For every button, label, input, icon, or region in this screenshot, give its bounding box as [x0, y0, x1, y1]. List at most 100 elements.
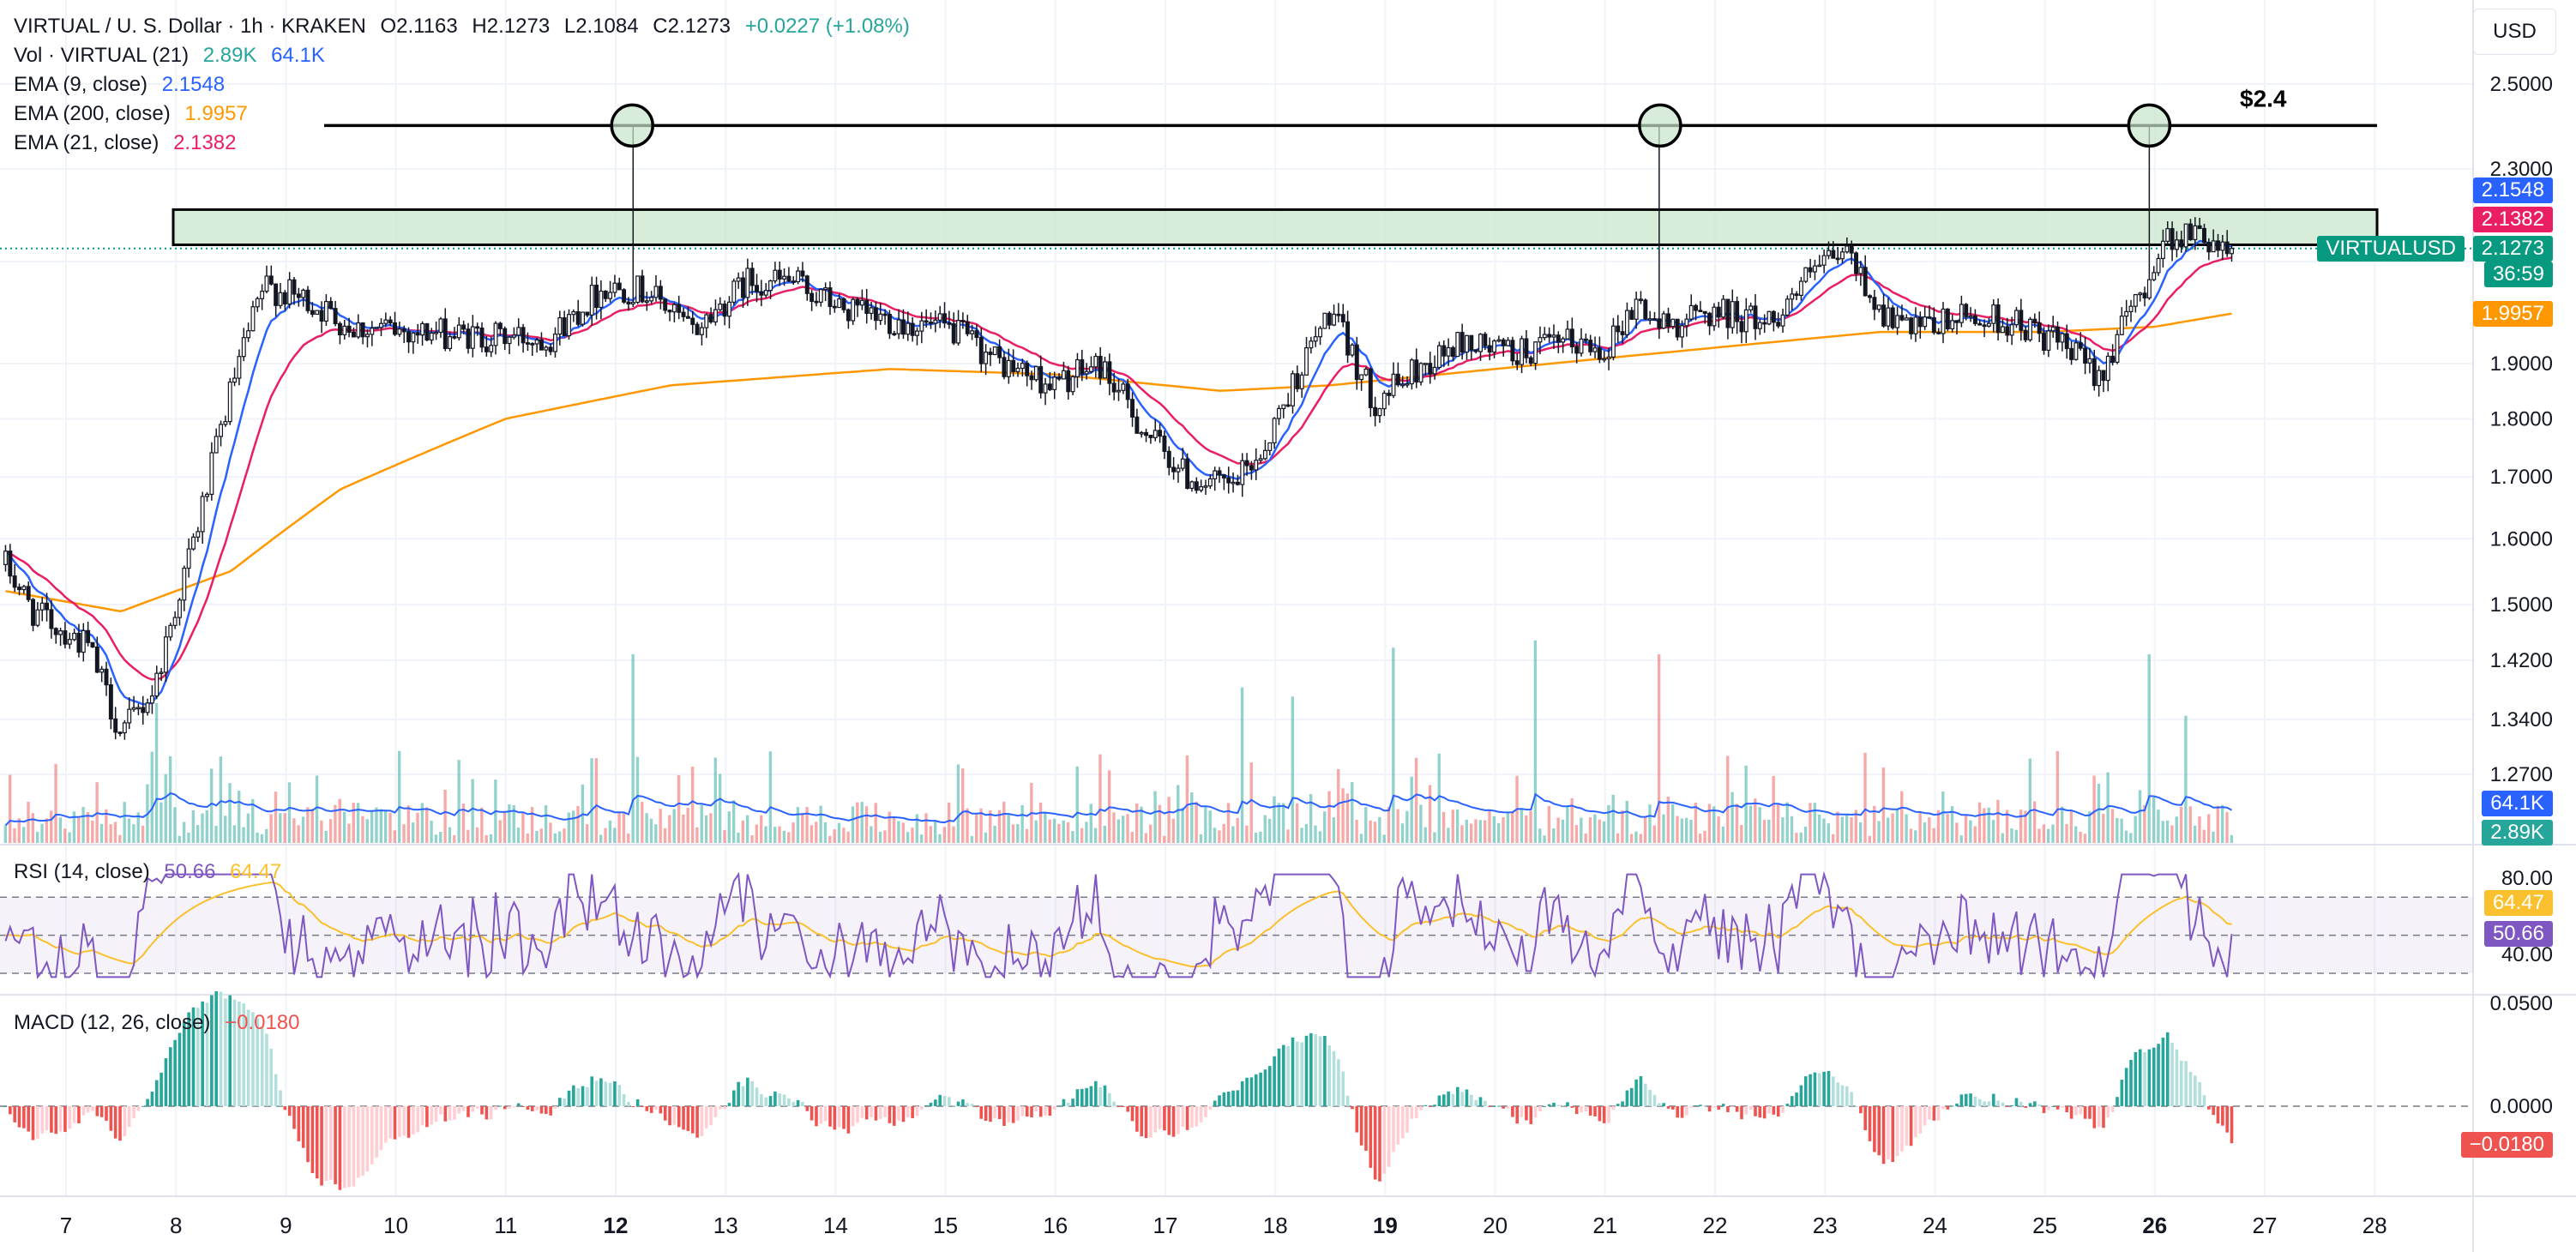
- candle-body: [2224, 241, 2230, 255]
- time-tick-label: 9: [280, 1213, 292, 1238]
- macd-hist-bar: [878, 1106, 882, 1119]
- volume-bar: [961, 768, 965, 843]
- volume-bar: [1621, 810, 1624, 843]
- rsi-label[interactable]: RSI (14, close): [14, 860, 150, 883]
- candle: [260, 284, 265, 310]
- candle-body: [1020, 363, 1025, 370]
- macd-label[interactable]: MACD (12, 26, close): [14, 1011, 210, 1034]
- volume-bar: [2069, 810, 2073, 843]
- volume-bar: [741, 820, 744, 843]
- macd-hist-bar: [1002, 1106, 1006, 1126]
- macd-hist-bar: [952, 1105, 956, 1107]
- macd-hist-bar: [672, 1106, 677, 1125]
- volume-bar: [521, 811, 525, 843]
- candle-body: [237, 356, 242, 379]
- candle: [2097, 365, 2102, 397]
- volume-bar: [498, 820, 502, 843]
- candle: [575, 299, 581, 327]
- volume-bar: [704, 815, 708, 843]
- macd-hist-bar: [828, 1106, 832, 1127]
- candle-body: [1180, 458, 1185, 469]
- macd-hist-bar: [63, 1106, 67, 1132]
- candle-body: [388, 319, 393, 324]
- macd-hist-bar: [72, 1106, 76, 1123]
- candle: [1496, 335, 1502, 343]
- macd-hist-bar: [1497, 1105, 1501, 1107]
- macd-hist-bar: [1066, 1102, 1070, 1106]
- candle-body: [1350, 344, 1355, 356]
- volume-bar: [933, 821, 937, 843]
- symbol-title[interactable]: VIRTUAL / U. S. Dollar · 1h · KRAKEN: [14, 15, 366, 38]
- macd-hist-bar: [173, 1039, 177, 1106]
- candle-body: [1872, 297, 1877, 310]
- macd-hist-bar: [823, 1106, 828, 1122]
- candle-body: [960, 320, 966, 322]
- candle-body: [1033, 365, 1038, 381]
- chart-canvas[interactable]: $2.4 2.50002.30001.90001.80001.70001.600…: [0, 0, 2576, 1252]
- candle-body: [1982, 324, 1987, 328]
- time-tick-label: 12: [604, 1213, 629, 1238]
- candle: [1428, 352, 1433, 384]
- candle-body: [117, 731, 123, 734]
- volume-bar: [2032, 801, 2037, 843]
- volume-bar: [617, 812, 621, 843]
- volume-bar: [1790, 816, 1794, 843]
- candle: [86, 621, 91, 647]
- volume-bar: [1881, 767, 1886, 843]
- volume-bar: [1351, 782, 1354, 843]
- macd-hist-bar: [1094, 1080, 1098, 1106]
- candle-body: [947, 322, 952, 325]
- ema9-label[interactable]: EMA (9, close): [14, 73, 147, 96]
- candle: [548, 343, 553, 356]
- vol-value: 2.89K: [202, 44, 257, 67]
- macd-hist-bar: [508, 1106, 511, 1109]
- candle: [1524, 330, 1529, 364]
- macd-hist-bar: [1987, 1101, 1991, 1106]
- macd-hist-bar: [586, 1086, 589, 1106]
- volume-bar: [201, 813, 204, 843]
- volume-bar: [1730, 792, 1734, 843]
- candle: [264, 265, 269, 294]
- macd-hist-bar: [1355, 1106, 1359, 1133]
- macd-hist-bar: [649, 1106, 653, 1113]
- volume-bars: [3, 640, 2234, 843]
- vol-label[interactable]: Vol · VIRTUAL (21): [14, 44, 189, 67]
- candle: [104, 661, 109, 696]
- macd-hist-bar: [622, 1093, 626, 1106]
- candle-body: [209, 452, 214, 496]
- macd-hist-bar: [1607, 1106, 1610, 1123]
- candle-body: [1244, 460, 1249, 466]
- candle-body: [1015, 367, 1020, 372]
- candle: [1015, 362, 1020, 377]
- candle: [810, 290, 815, 311]
- candle-body: [1945, 308, 1950, 330]
- macd-hist-bar: [1405, 1106, 1409, 1133]
- candle-body: [1432, 366, 1437, 375]
- ema21-label[interactable]: EMA (21, close): [14, 131, 159, 154]
- macd-hist-bar: [1703, 1105, 1707, 1107]
- macd-hist-bar: [2161, 1038, 2165, 1106]
- volume-bar: [1093, 828, 1098, 843]
- macd-hist-bar: [1263, 1069, 1267, 1106]
- volume-bar: [2147, 654, 2151, 843]
- currency-button[interactable]: USD: [2473, 9, 2556, 55]
- price-badge: 2.1273: [2472, 236, 2553, 262]
- candle: [442, 308, 448, 352]
- volume-bar: [1414, 757, 1418, 843]
- candle: [544, 345, 549, 358]
- volume-bar: [132, 824, 135, 843]
- candle: [608, 280, 613, 303]
- volume-bar: [641, 802, 644, 843]
- volume-bar: [613, 828, 617, 843]
- price-tick-label: 1.2700: [2490, 763, 2553, 786]
- price-tick-label: 1.6000: [2490, 527, 2553, 551]
- candle: [1506, 337, 1511, 346]
- candle-body: [544, 346, 549, 351]
- volume-bar: [1827, 823, 1830, 843]
- volume-bar: [1089, 804, 1092, 843]
- ema200-label[interactable]: EMA (200, close): [14, 102, 171, 125]
- macd-hist-bar: [1580, 1106, 1583, 1112]
- candle: [663, 298, 668, 314]
- candle-body: [2091, 358, 2097, 387]
- volume-bar: [68, 832, 71, 843]
